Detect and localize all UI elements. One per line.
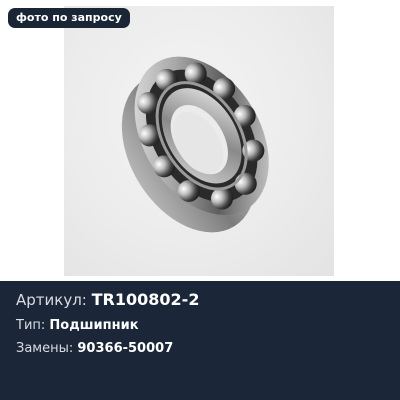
replacements-row: Замены: 90366-50007 bbox=[16, 341, 173, 356]
photo-on-request-badge: фото по запросу bbox=[8, 8, 130, 28]
type-value: Подшипник bbox=[49, 318, 139, 333]
product-info-panel: Артикул: TR100802-2 Тип: Подшипник Замен… bbox=[0, 281, 400, 400]
type-row: Тип: Подшипник bbox=[16, 318, 139, 333]
replacements-label: Замены: bbox=[16, 341, 74, 356]
product-photo-area: фото по запросу bbox=[0, 0, 400, 281]
article-row: Артикул: TR100802-2 bbox=[16, 290, 199, 309]
product-image[interactable] bbox=[64, 6, 334, 276]
type-label: Тип: bbox=[16, 318, 46, 333]
article-label: Артикул: bbox=[16, 291, 87, 309]
article-value[interactable]: TR100802-2 bbox=[92, 290, 200, 309]
bearing-illustration bbox=[121, 56, 269, 233]
replacements-value[interactable]: 90366-50007 bbox=[77, 341, 173, 356]
